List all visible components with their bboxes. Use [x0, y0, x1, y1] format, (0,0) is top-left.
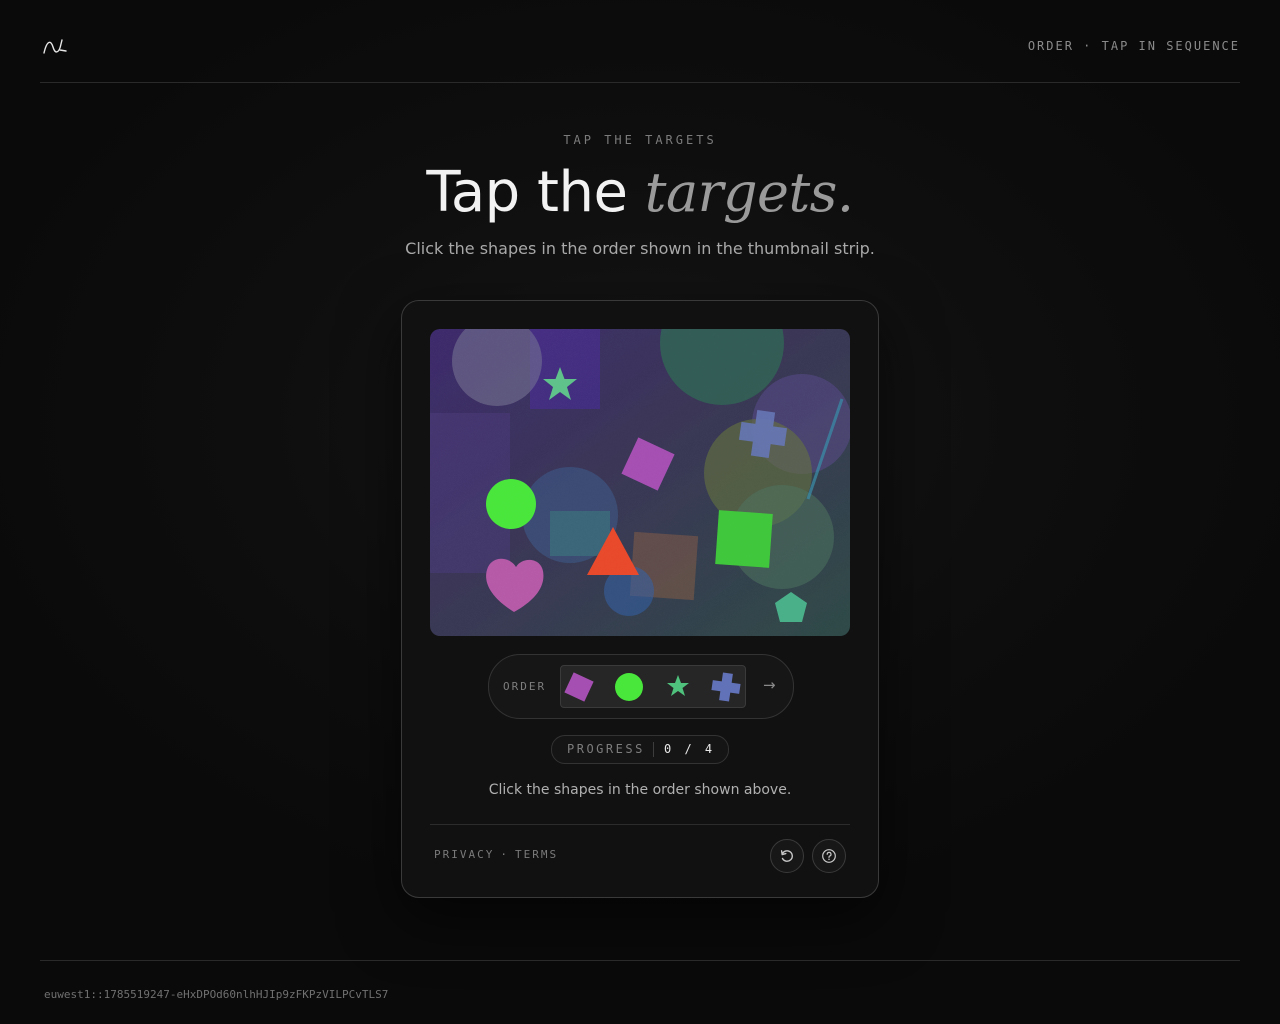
circle-shape[interactable]: [486, 479, 536, 529]
privacy-link[interactable]: PRIVACY: [434, 848, 494, 861]
order-thumb-diamond: [564, 672, 594, 702]
session-id: euwest1::1785519247-eHxDPOd60nlhHJIp9zFK…: [44, 988, 389, 1001]
order-thumb-circle: [615, 673, 643, 701]
top-bar: ORDER · TAP IN SEQUENCE: [40, 0, 1240, 83]
wave-logo-icon: [43, 39, 67, 54]
mode-label: ORDER · TAP IN SEQUENCE: [1027, 39, 1240, 53]
legal-separator: ·: [500, 848, 509, 861]
captcha-card: ORDER → PROGRESS 0 / 4 Click the shapes …: [401, 300, 879, 898]
terms-link[interactable]: TERMS: [515, 848, 558, 861]
order-thumbnail-strip: [560, 665, 746, 708]
progress-label: PROGRESS: [567, 742, 645, 756]
legal-links: PRIVACY · TERMS: [434, 848, 558, 861]
order-thumb-cross: [711, 672, 741, 702]
progress-indicator: PROGRESS 0 / 4: [551, 735, 729, 764]
order-thumb-star: [667, 675, 689, 696]
order-strip-container: ORDER →: [488, 654, 794, 719]
challenge-canvas[interactable]: [430, 329, 850, 636]
refresh-button[interactable]: [770, 839, 804, 873]
instruction-text: Click the shapes in the order shown abov…: [488, 782, 792, 798]
square-shape[interactable]: [715, 510, 773, 568]
card-divider: [430, 824, 850, 825]
page-title: Tap the targets.: [0, 158, 1280, 228]
help-button[interactable]: [812, 839, 846, 873]
help-icon: [822, 849, 836, 863]
next-arrow-icon[interactable]: →: [763, 676, 776, 694]
progress-divider: [653, 742, 654, 757]
title-plain: Tap the: [426, 160, 628, 225]
title-emphasis: targets.: [644, 161, 854, 224]
order-label: ORDER: [503, 680, 547, 693]
eyebrow: TAP THE TARGETS: [563, 133, 717, 147]
page-subtitle: Click the shapes in the order shown in t…: [405, 239, 875, 258]
progress-value: 0 / 4: [664, 742, 714, 756]
refresh-icon: [780, 850, 793, 862]
footer-divider: [40, 960, 1240, 961]
